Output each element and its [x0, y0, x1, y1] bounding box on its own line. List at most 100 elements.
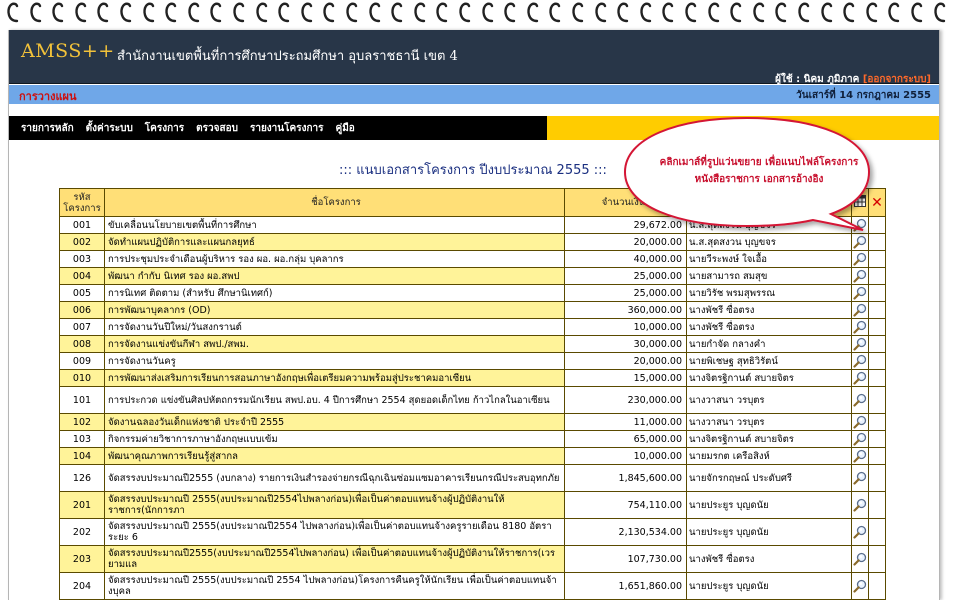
project-name: การจัดงานแข่งขันกีฬา สพป./สพม. [104, 335, 565, 353]
project-responsible: นายสามารถ สมสุข [686, 267, 852, 285]
table-row: 104 พัฒนาคุณภาพการเรียนรู้สู่สากล 10,000.0… [59, 447, 886, 465]
logout-link[interactable]: [ออกจากระบบ] [863, 74, 931, 85]
project-amount: 25,000.00 [564, 284, 687, 302]
callout-line-1: คลิกเมาส์ที่รูปแว่นขยาย เพื่อแนบไฟล์โครง… [659, 157, 859, 168]
page: AMSS++ สำนักงานเขตพื้นที่การศึกษาประถมศึ… [8, 30, 940, 600]
spiral-ring [594, 1, 608, 23]
spiral-ring [887, 1, 901, 23]
attach-cell [851, 545, 869, 573]
menu-items: รายการหลัก ตั้งค่าระบบ โครงการ ตรวจสอบ รายงา… [15, 121, 361, 136]
project-amount: 230,000.00 [564, 386, 687, 414]
magnifier-icon[interactable] [853, 579, 867, 593]
spiral-ring [481, 1, 495, 23]
menu-item[interactable]: ตั้งค่าระบบ [80, 121, 139, 136]
menu-item[interactable]: รายงานโครงการ [244, 121, 330, 136]
spiral-ring [548, 1, 562, 23]
project-amount: 2,130,534.00 [564, 518, 687, 546]
attach-cell [851, 386, 869, 414]
spiral-ring [707, 1, 721, 23]
delete-cell [868, 318, 886, 336]
magnifier-icon[interactable] [853, 552, 867, 566]
project-name: การจัดงานวันครู [104, 352, 565, 370]
delete-cell [868, 464, 886, 492]
menu-item[interactable]: คู่มือ [330, 121, 361, 136]
delete-cell [868, 430, 886, 448]
spiral-ring [865, 1, 879, 23]
menu-item[interactable]: ตรวจสอบ [190, 121, 244, 136]
spiral-ring [684, 1, 698, 23]
delete-cell [868, 250, 886, 268]
project-responsible: นายวิรัช พรมสุพรรณ [686, 284, 852, 302]
delete-cell [868, 335, 886, 353]
magnifier-icon[interactable] [853, 354, 867, 368]
project-responsible: นายประยูร บุญดนัย [686, 491, 852, 519]
menu-item[interactable]: รายการหลัก [15, 121, 80, 136]
magnifier-icon[interactable] [853, 449, 867, 463]
magnifier-icon[interactable] [853, 498, 867, 512]
project-name: จัดสรรงบประมาณปี 2555(งบประมาณปี 2554 ไป… [104, 572, 565, 600]
spiral-ring [413, 1, 427, 23]
spiral-ring [119, 1, 133, 23]
magnifier-icon[interactable] [853, 525, 867, 539]
project-amount: 20,000.00 [564, 352, 687, 370]
spiral-ring [752, 1, 766, 23]
magnifier-icon[interactable] [853, 371, 867, 385]
magnifier-icon[interactable] [853, 337, 867, 351]
spiral-ring [435, 1, 449, 23]
project-id: 007 [59, 318, 105, 336]
user-name: ผู้ใช้ : นิคม ภูมิภาค [775, 74, 860, 85]
spiral-ring [503, 1, 517, 23]
magnifier-icon[interactable] [853, 303, 867, 317]
project-amount: 754,110.00 [564, 491, 687, 519]
attach-cell [851, 447, 869, 465]
magnifier-icon[interactable] [853, 393, 867, 407]
header-project-id-line: รหัส [73, 191, 91, 203]
project-name: จัดสรรงบประมาณปี2555(งบประมาณปี2554ไปพลา… [104, 545, 565, 573]
spiral-ring [526, 1, 540, 23]
menu-item[interactable]: โครงการ [139, 121, 190, 136]
section-label: การวางแผน [19, 90, 77, 103]
magnifier-icon[interactable] [853, 252, 867, 266]
spiral-ring [51, 1, 65, 23]
header-project-id-line: โครงการ [63, 202, 101, 214]
spiral-ring [345, 1, 359, 23]
project-responsible: นายกำจัด กลางคำ [686, 335, 852, 353]
delete-cell [868, 491, 886, 519]
project-amount: 15,000.00 [564, 369, 687, 387]
magnifier-icon[interactable] [853, 432, 867, 446]
spiral-ring [277, 1, 291, 23]
delete-cell [868, 267, 886, 285]
project-id: 203 [59, 545, 105, 573]
project-responsible: นางพัชรี ซื่อตรง [686, 545, 852, 573]
attach-cell [851, 413, 869, 431]
page-title: ::: แนบเอกสารโครงการ ปีงบประมาณ 2555 ::: [339, 163, 607, 178]
project-id: 001 [59, 216, 105, 234]
magnifier-icon[interactable] [853, 269, 867, 283]
project-id: 002 [59, 233, 105, 251]
project-id: 101 [59, 386, 105, 414]
project-amount: 11,000.00 [564, 413, 687, 431]
callout-line-2: หนังสือราชการ เอกสารอ้างอิง [694, 174, 824, 185]
magnifier-icon[interactable] [853, 320, 867, 334]
agency-name: สำนักงานเขตพื้นที่การศึกษาประถมศึกษา อุบ… [117, 49, 458, 64]
magnifier-icon[interactable] [853, 471, 867, 485]
magnifier-icon[interactable] [853, 415, 867, 429]
table-body: 001 ขับเคลื่อนนโยบายเขตพื้นที่การศึกษา 29,… [59, 216, 886, 600]
project-id: 010 [59, 369, 105, 387]
attach-cell [851, 572, 869, 600]
current-date: วันเสาร์ที่ 14 กรกฎาคม 2555 [796, 90, 931, 101]
project-name: จัดทำแผนปฏิบัติการและแผนกลยุทธ์ [104, 233, 565, 251]
attach-cell [851, 318, 869, 336]
project-id: 006 [59, 301, 105, 319]
project-responsible: นายพิเชษฐ สุทธิวิรัตน์ [686, 352, 852, 370]
project-amount: 1,845,600.00 [564, 464, 687, 492]
magnifier-icon[interactable] [853, 286, 867, 300]
delete-cell [868, 518, 886, 546]
delete-cell [868, 572, 886, 600]
spiral-ring [142, 1, 156, 23]
spiral-ring [368, 1, 382, 23]
project-name: พัฒนา กำกับ นิเทศ รอง ผอ.สพป [104, 267, 565, 285]
attach-cell [851, 518, 869, 546]
project-name: การนิเทศ ติดตาม (สำหรับ ศึกษานิเทศก์) [104, 284, 565, 302]
project-name: จัดสรรงบประมาณปี2555 (งบกลาง) รายการเงิน… [104, 464, 565, 492]
